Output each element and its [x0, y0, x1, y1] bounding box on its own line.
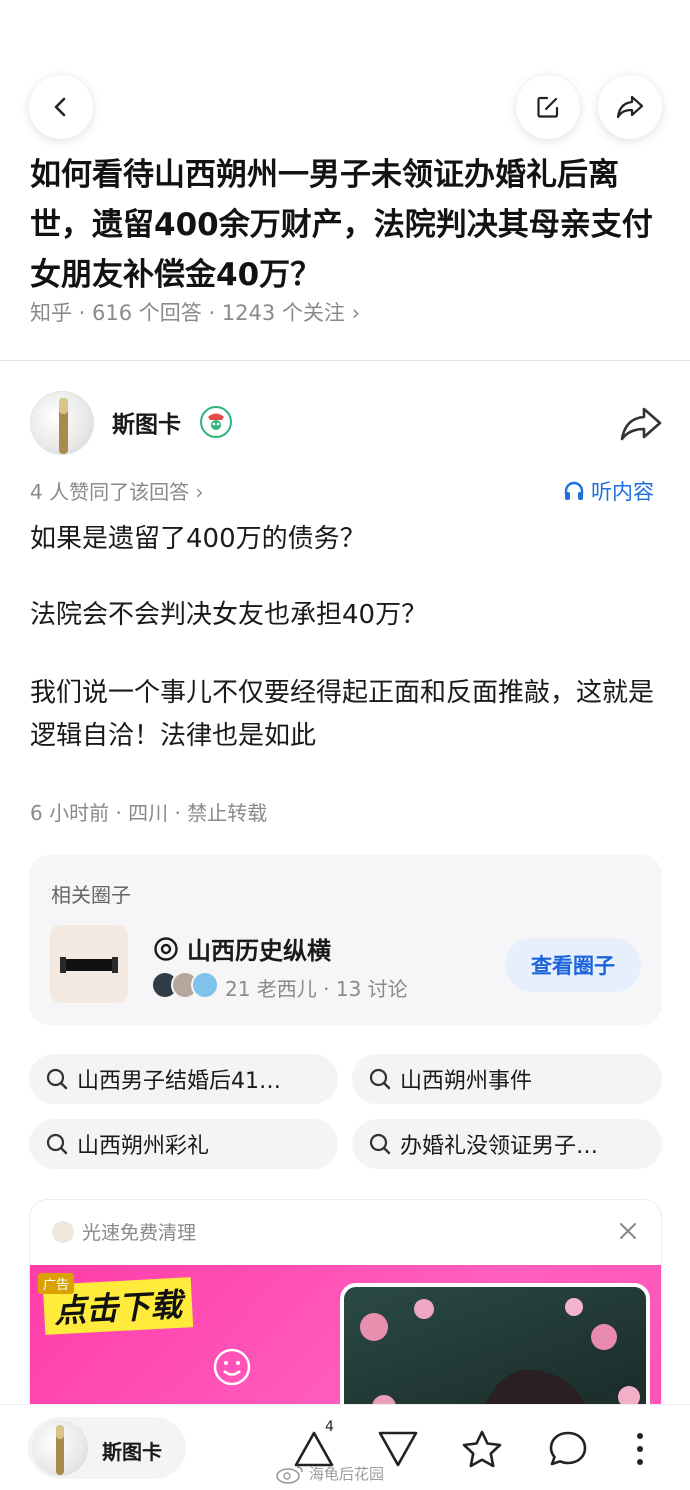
question-title[interactable]: 如何看待山西朔州一男子未领证办婚礼后离世，遗留400余万财产，法院判决其母亲支付… — [30, 150, 665, 300]
search-chip-label: 山西男子结婚后41… — [77, 1069, 281, 1094]
circle-name-text: 山西历史纵横 — [187, 937, 331, 965]
comment-icon — [549, 1431, 587, 1466]
comment-button[interactable] — [544, 1425, 592, 1473]
share-answer-button[interactable] — [618, 404, 664, 444]
search-icon — [46, 1133, 68, 1155]
star-icon — [462, 1430, 502, 1468]
ad-source-label: 光速免费清理 — [82, 1222, 197, 1244]
ad-close-button[interactable] — [617, 1220, 639, 1242]
answer-paragraph: 我们说一个事儿不仅要经得起正面和反面推敲，这就是逻辑自洽！法律也是如此 — [30, 678, 655, 751]
author-badge-icon — [200, 406, 232, 438]
search-chip-label: 山西朔州彩礼 — [77, 1134, 210, 1159]
share-icon — [616, 95, 644, 119]
more-icon — [637, 1433, 643, 1465]
watermark-text: 海龟后花园 — [309, 1465, 385, 1483]
related-circle-card[interactable]: 相关圈子 山西历史纵横 21 老西儿 · 13 讨论 查看圈子 — [29, 855, 662, 1025]
author-pill-name: 斯图卡 — [102, 1440, 162, 1464]
more-button[interactable] — [616, 1425, 664, 1473]
circle-icon — [154, 936, 178, 961]
circle-section-label: 相关圈子 — [51, 883, 131, 907]
search-chip[interactable]: 办婚礼没领证男子… — [352, 1119, 662, 1169]
view-circle-button[interactable]: 查看圈子 — [505, 938, 641, 992]
answer-paragraph: 如果是遗留了400万的债务？ — [30, 524, 366, 554]
listen-label: 听内容 — [591, 480, 654, 504]
write-answer-button[interactable] — [516, 75, 580, 139]
divider — [0, 360, 690, 361]
back-button[interactable] — [29, 75, 93, 139]
share-question-button[interactable] — [598, 75, 662, 139]
smiley-icon — [213, 1348, 251, 1386]
headphones-icon — [564, 481, 584, 500]
author-name[interactable]: 斯图卡 — [112, 405, 181, 439]
author-pill[interactable]: 斯图卡 — [28, 1417, 186, 1479]
ad-source: 光速免费清理 — [52, 1218, 196, 1245]
circle-name[interactable]: 山西历史纵横 — [153, 931, 331, 966]
search-chip[interactable]: 山西朔州事件 — [352, 1054, 662, 1104]
edit-icon — [537, 96, 559, 118]
ad-source-logo-icon — [52, 1220, 74, 1243]
search-icon — [46, 1068, 68, 1090]
favorite-button[interactable] — [458, 1425, 506, 1473]
circle-thumbnail — [50, 925, 128, 1003]
circle-stats: 21 老西儿 · 13 讨论 — [225, 977, 408, 1001]
question-meta[interactable]: 知乎 · 616 个回答 · 1243 个关注 › — [30, 297, 360, 327]
search-chip-label: 山西朔州事件 — [400, 1069, 533, 1094]
upvote-count: 4 — [325, 1419, 334, 1435]
search-chip[interactable]: 山西男子结婚后41… — [29, 1054, 338, 1104]
share-icon — [620, 407, 662, 441]
weibo-logo-icon — [276, 1465, 303, 1484]
back-arrow-icon — [54, 97, 66, 117]
post-meta: 6 小时前 · 四川 · 禁止转载 — [30, 801, 268, 825]
watermark: 海龟后花园 — [275, 1463, 384, 1484]
author-avatar-small — [32, 1420, 88, 1476]
listen-button[interactable]: 听内容 — [563, 476, 654, 506]
member-avatars — [151, 971, 219, 999]
search-icon — [369, 1133, 391, 1155]
author-avatar[interactable] — [30, 391, 94, 455]
search-icon — [369, 1068, 391, 1090]
agree-count[interactable]: 4 人赞同了该回答 › — [30, 476, 203, 505]
close-icon — [620, 1223, 636, 1239]
ad-tag: 广告 — [38, 1273, 75, 1294]
search-chip-label: 办婚礼没领证男子… — [400, 1134, 599, 1159]
search-chip[interactable]: 山西朔州彩礼 — [29, 1119, 338, 1169]
answer-paragraph: 法院会不会判决女友也承担40万？ — [30, 600, 428, 630]
